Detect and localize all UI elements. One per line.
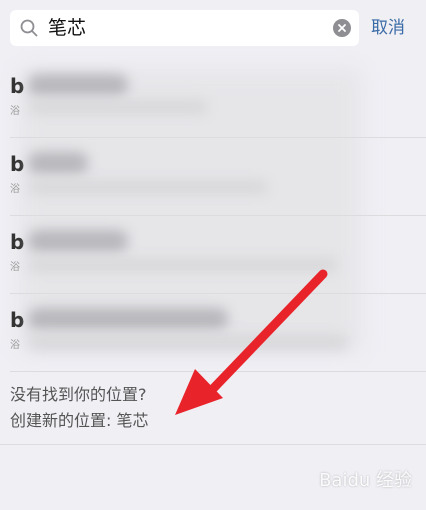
watermark: Baidu 经验 [319,470,412,491]
red-arrow-annotation [175,269,328,415]
